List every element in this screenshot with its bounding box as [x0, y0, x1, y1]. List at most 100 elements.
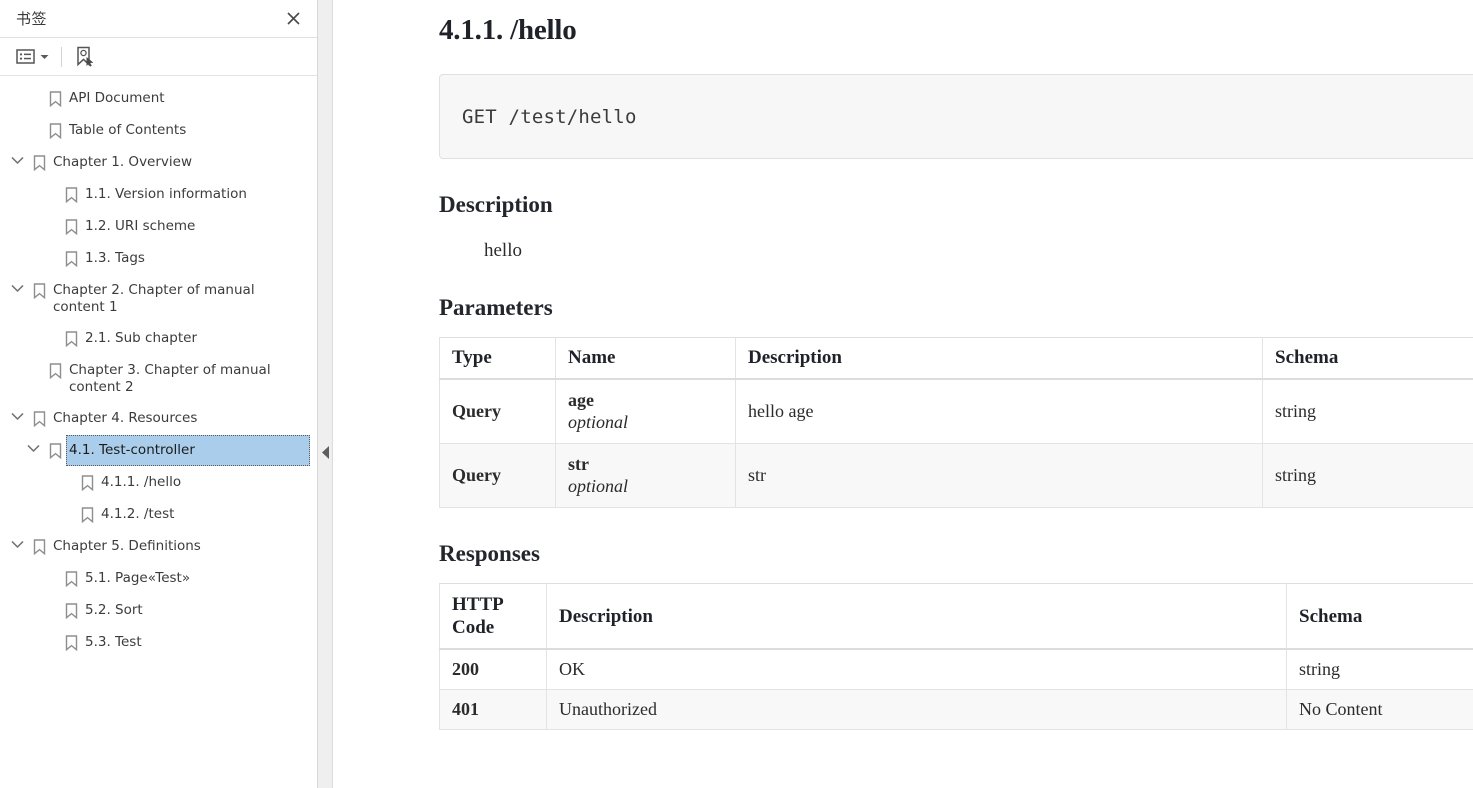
bookmark-item-label: Table of Contents: [69, 122, 187, 138]
param-description: hello age: [735, 379, 1263, 444]
bookmark-item-label: 1.2. URI scheme: [85, 218, 196, 234]
table-row: Query age optional hello age string: [439, 379, 1473, 444]
bookmark-icon: [60, 243, 82, 267]
table-header-row: HTTP Code Description Schema: [439, 583, 1473, 650]
bookmark-icon: [60, 179, 82, 203]
sidebar-header: 书签: [0, 0, 317, 38]
chevron-down-icon[interactable]: [6, 403, 28, 421]
parameters-heading: Parameters: [439, 295, 553, 320]
bookmark-icon: [60, 211, 82, 235]
table-row: Query str optional str string: [439, 443, 1473, 508]
response-description: OK: [546, 649, 1287, 690]
bookmark-item-15[interactable]: 5.2. Sort: [0, 595, 317, 627]
param-name: str: [568, 454, 589, 474]
chevron-down-icon[interactable]: [6, 275, 28, 293]
param-schema: string: [1262, 379, 1473, 444]
bookmark-item-label: Chapter 3. Chapter of manual content 2: [69, 362, 271, 395]
bookmark-icon: [28, 403, 50, 427]
bookmark-item-5[interactable]: 1.3. Tags: [0, 243, 317, 275]
bookmark-item-label: Chapter 5. Definitions: [53, 538, 201, 554]
close-icon[interactable]: [281, 7, 305, 31]
column-header-http-code: HTTP Code: [439, 583, 547, 650]
bookmark-item-1[interactable]: Table of Contents: [0, 115, 317, 147]
chevron-down-icon[interactable]: [37, 44, 51, 70]
endpoint-code-block: GET /test/hello: [439, 74, 1473, 159]
responses-heading: Responses: [439, 541, 540, 566]
bookmark-item-7[interactable]: 2.1. Sub chapter: [0, 323, 317, 355]
bookmark-icon: [28, 275, 50, 299]
bookmark-item-10[interactable]: 4.1. Test-controller: [0, 435, 317, 467]
bookmark-item-8[interactable]: Chapter 3. Chapter of manual content 2: [0, 355, 317, 403]
collapse-left-arrow-icon[interactable]: [320, 444, 331, 460]
bookmark-item-4[interactable]: 1.2. URI scheme: [0, 211, 317, 243]
response-code: 200: [439, 649, 547, 690]
bookmarks-sidebar: 书签 API Document Table of Contents Chapte…: [0, 0, 318, 788]
bookmark-item-label: 5.2. Sort: [85, 602, 143, 618]
bookmark-icon: [44, 355, 66, 379]
bookmark-item-16[interactable]: 5.3. Test: [0, 627, 317, 659]
bookmark-icon: [60, 595, 82, 619]
toolbar-divider: [61, 46, 62, 67]
response-description: Unauthorized: [546, 689, 1287, 730]
bookmark-icon: [76, 499, 98, 523]
param-required: optional: [568, 412, 629, 432]
parameters-table-body: Query age optional hello age string Quer…: [439, 379, 1473, 508]
bookmark-item-0[interactable]: API Document: [0, 83, 317, 115]
bookmark-item-label: Chapter 2. Chapter of manual content 1: [53, 282, 255, 315]
responses-table: HTTP Code Description Schema 200 OK stri…: [439, 583, 1473, 730]
bookmark-item-13[interactable]: Chapter 5. Definitions: [0, 531, 317, 563]
param-name-cell: str optional: [555, 443, 736, 508]
bookmark-item-2[interactable]: Chapter 1. Overview: [0, 147, 317, 179]
bookmark-item-label: Chapter 4. Resources: [53, 410, 198, 426]
responses-table-body: 200 OK string 401 Unauthorized No Conten…: [439, 649, 1473, 730]
column-header-name: Name: [555, 337, 736, 380]
bookmark-item-3[interactable]: 1.1. Version information: [0, 179, 317, 211]
options-list-icon[interactable]: [14, 44, 37, 70]
document-viewer: 4.1.1. /hello GET /test/hello Descriptio…: [333, 0, 1473, 788]
bookmark-icon: [44, 115, 66, 139]
bookmark-icon: [44, 435, 66, 459]
bookmark-icon: [44, 83, 66, 107]
bookmark-item-6[interactable]: Chapter 2. Chapter of manual content 1: [0, 275, 317, 323]
chevron-down-icon[interactable]: [6, 531, 28, 549]
column-header-description: Description: [546, 583, 1287, 650]
chevron-down-icon[interactable]: [6, 147, 28, 165]
table-row: 401 Unauthorized No Content: [439, 689, 1473, 730]
column-header-type: Type: [439, 337, 556, 380]
bookmark-item-label: 5.3. Test: [85, 634, 142, 650]
bookmark-item-12[interactable]: 4.1.2. /test: [0, 499, 317, 531]
chevron-down-icon[interactable]: [22, 435, 44, 453]
table-row: 200 OK string: [439, 649, 1473, 690]
page-title: 4.1.1. /hello: [439, 14, 577, 46]
bookmark-icon: [28, 147, 50, 171]
document-page: 4.1.1. /hello GET /test/hello Descriptio…: [333, 14, 1473, 730]
bookmark-item-label: 4.1. Test-controller: [66, 435, 310, 466]
bookmark-item-label: 4.1.1. /hello: [101, 474, 182, 490]
bookmark-item-14[interactable]: 5.1. Page«Test»: [0, 563, 317, 595]
column-header-schema: Schema: [1262, 337, 1473, 380]
bookmark-item-label: API Document: [69, 90, 165, 106]
bookmark-tree[interactable]: API Document Table of Contents Chapter 1. …: [0, 76, 317, 788]
bookmark-item-label: 1.3. Tags: [85, 250, 145, 266]
param-type: Query: [439, 443, 556, 508]
param-name-cell: age optional: [555, 379, 736, 444]
param-required: optional: [568, 476, 629, 496]
endpoint-text: GET /test/hello: [462, 105, 637, 128]
param-description: str: [735, 443, 1263, 508]
sidebar-toolbar: [0, 38, 317, 76]
bookmark-item-11[interactable]: 4.1.1. /hello: [0, 467, 317, 499]
bookmark-item-label: 2.1. Sub chapter: [85, 330, 198, 346]
response-schema: No Content: [1286, 689, 1473, 730]
param-name: age: [568, 390, 594, 410]
column-header-description: Description: [735, 337, 1263, 380]
new-bookmark-icon[interactable]: [72, 44, 97, 70]
sidebar-splitter[interactable]: [318, 0, 333, 788]
pdf-reader-window: 书签 API Document Table of Contents Chapte…: [0, 0, 1473, 788]
description-body: hello: [484, 240, 522, 261]
bookmark-icon: [60, 323, 82, 347]
column-header-schema: Schema: [1286, 583, 1473, 650]
bookmark-item-9[interactable]: Chapter 4. Resources: [0, 403, 317, 435]
param-schema: string: [1262, 443, 1473, 508]
param-type: Query: [439, 379, 556, 444]
bookmark-item-label: 5.1. Page«Test»: [85, 570, 191, 586]
